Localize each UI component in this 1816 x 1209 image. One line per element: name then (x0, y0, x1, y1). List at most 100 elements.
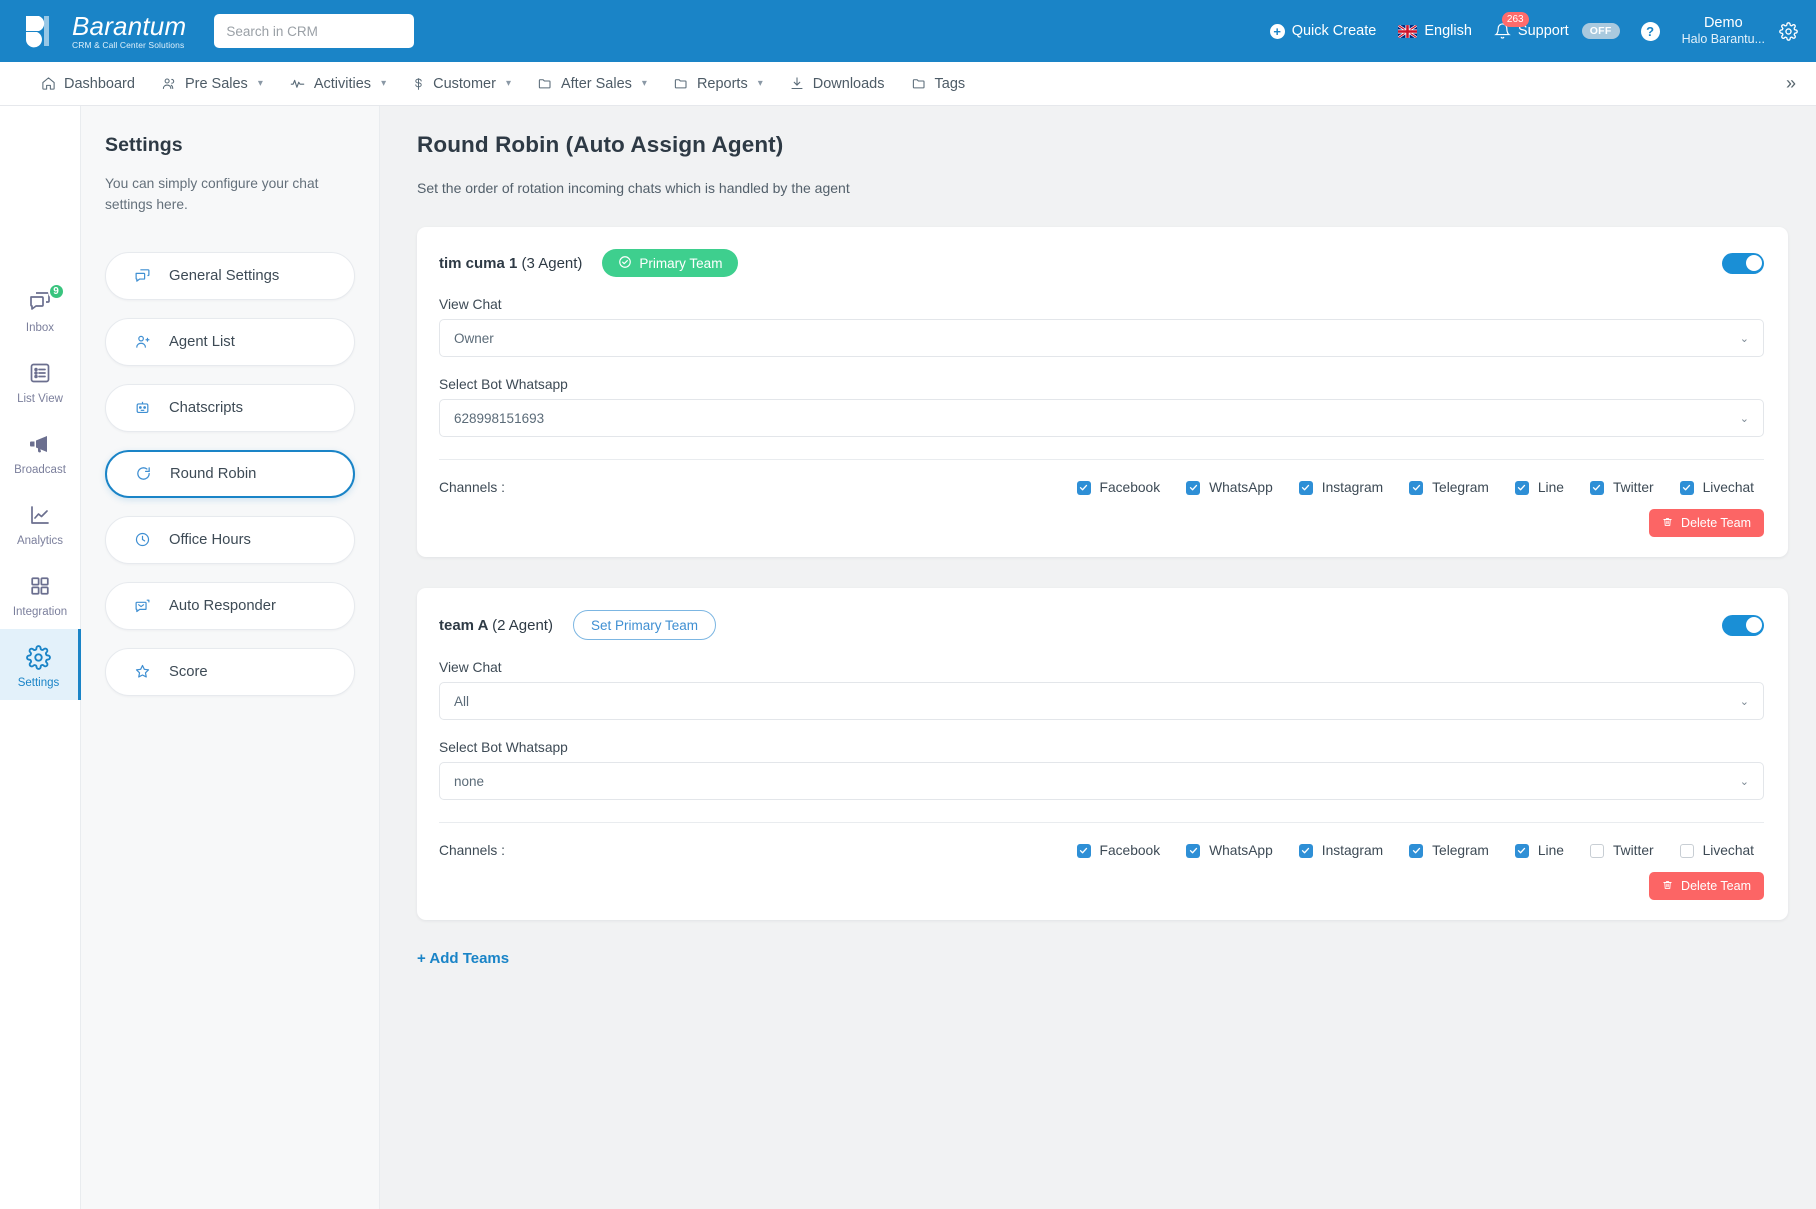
channel-twitter[interactable]: Twitter (1589, 843, 1654, 858)
sidebar-item-chatscripts[interactable]: Chatscripts (105, 383, 355, 432)
channel-line[interactable]: Line (1514, 480, 1564, 495)
channel-instagram[interactable]: Instagram (1298, 480, 1383, 495)
divider (439, 822, 1764, 823)
help-icon[interactable]: ? (1640, 21, 1660, 41)
channel-livechat[interactable]: Livechat (1679, 480, 1754, 495)
channel-twitter[interactable]: Twitter (1589, 480, 1654, 495)
team-agent-count: (2 Agent) (492, 616, 553, 634)
page-title: Round Robin (Auto Assign Agent) (417, 132, 784, 157)
sidebar-item-auto-responder[interactable]: Auto Responder (105, 581, 355, 630)
support-toggle-state[interactable]: OFF (1581, 23, 1620, 39)
checkbox-icon[interactable] (1514, 480, 1529, 495)
delete-team-button[interactable]: Delete Team (1649, 872, 1764, 900)
inbox-badge: 9 (47, 283, 65, 300)
nav-item-pre-sales[interactable]: Pre Sales ▾ (148, 62, 276, 105)
nav-item-downloads[interactable]: Downloads (776, 62, 898, 105)
channel-label: Twitter (1612, 843, 1654, 858)
notification-bell[interactable]: 263 (1494, 12, 1529, 40)
activity-icon (289, 76, 306, 91)
nav-item-dashboard[interactable]: Dashboard (28, 62, 148, 105)
app-logo[interactable]: Barantum CRM & Call Center Solutions (22, 12, 186, 50)
language-selector[interactable]: English (1387, 23, 1483, 39)
rail-label: Integration (12, 606, 68, 618)
nav-item-tags[interactable]: Tags (898, 62, 979, 105)
select-bot-whatsapp-label: Select Bot Whatsapp (439, 740, 568, 755)
add-teams-button[interactable]: + Add Teams (417, 950, 1788, 967)
grid-icon (0, 571, 81, 601)
primary-team-badge: Primary Team (602, 249, 739, 277)
checkbox-icon[interactable] (1409, 843, 1424, 858)
trash-icon (1662, 879, 1673, 894)
sidebar-item-score[interactable]: Score (105, 647, 355, 696)
rail-item-list-view[interactable]: List View (0, 345, 81, 416)
app-icon-rail: 9 Inbox List View Broadcast Analytics In… (0, 106, 81, 1209)
checkbox-icon[interactable] (1298, 843, 1313, 858)
quick-create-button[interactable]: + Quick Create (1259, 23, 1388, 39)
sidebar-item-round-robin[interactable]: Round Robin (105, 449, 355, 498)
channel-instagram[interactable]: Instagram (1298, 843, 1383, 858)
channel-facebook[interactable]: Facebook (1076, 480, 1160, 495)
checkbox-icon[interactable] (1298, 480, 1313, 495)
notification-badge: 263 (1501, 12, 1529, 27)
channel-line[interactable]: Line (1514, 843, 1564, 858)
sidebar-item-agent-list[interactable]: Agent List (105, 317, 355, 366)
nav-label: Tags (934, 75, 966, 92)
team-enable-toggle[interactable] (1722, 252, 1764, 274)
checkbox-icon[interactable] (1076, 843, 1091, 858)
channel-livechat[interactable]: Livechat (1679, 843, 1754, 858)
channel-telegram[interactable]: Telegram (1409, 843, 1489, 858)
settings-gear-icon[interactable] (1779, 21, 1798, 41)
team-enable-toggle[interactable] (1722, 614, 1764, 636)
user-menu[interactable]: Demo Halo Barantu... (1682, 14, 1765, 48)
search-box[interactable] (214, 14, 415, 48)
channel-whatsapp[interactable]: WhatsApp (1186, 480, 1273, 495)
nav-item-customer[interactable]: Customer ▾ (399, 62, 524, 105)
chevron-down-icon: ▾ (641, 78, 647, 89)
checkbox-icon[interactable] (1076, 480, 1091, 495)
channels-group: Facebook WhatsApp Instagram Telegram Lin… (1076, 843, 1764, 858)
rail-item-broadcast[interactable]: Broadcast (0, 416, 81, 487)
bot-whatsapp-select[interactable]: none ⌄ (439, 762, 1764, 800)
checkbox-icon[interactable] (1514, 843, 1529, 858)
view-chat-select[interactable]: Owner ⌄ (439, 319, 1764, 357)
rail-label: Settings (17, 677, 60, 689)
channel-telegram[interactable]: Telegram (1409, 480, 1489, 495)
nav-item-activities[interactable]: Activities ▾ (276, 62, 399, 105)
chevron-down-icon: ⌄ (1739, 412, 1749, 425)
logo-tagline: CRM & Call Center Solutions (72, 39, 185, 50)
checkbox-icon[interactable] (1589, 480, 1604, 495)
rail-item-inbox[interactable]: 9 Inbox (0, 274, 81, 345)
folder-icon (537, 76, 553, 91)
support-menu[interactable]: 263 Support OFF (1483, 12, 1631, 40)
check-circle-icon (618, 255, 632, 272)
rail-item-settings[interactable]: Settings (0, 629, 81, 700)
sidebar-item-general-settings[interactable]: General Settings (105, 251, 355, 300)
checkbox-icon[interactable] (1589, 843, 1604, 858)
channel-label: WhatsApp (1209, 480, 1273, 495)
set-primary-team-button[interactable]: Set Primary Team (572, 610, 716, 640)
nav-more-button[interactable]: » (1786, 73, 1816, 94)
view-chat-select[interactable]: All ⌄ (439, 682, 1764, 720)
select-bot-whatsapp-label: Select Bot Whatsapp (439, 377, 568, 392)
channel-whatsapp[interactable]: WhatsApp (1186, 843, 1273, 858)
checkbox-icon[interactable] (1409, 480, 1424, 495)
nav-item-reports[interactable]: Reports ▾ (660, 62, 776, 105)
channel-facebook[interactable]: Facebook (1076, 843, 1160, 858)
nav-label: Activities (313, 75, 372, 92)
delete-team-button[interactable]: Delete Team (1649, 509, 1764, 537)
sidebar-description: You can simply configure your chat setti… (105, 176, 319, 213)
rail-item-analytics[interactable]: Analytics (0, 487, 81, 558)
bot-whatsapp-select[interactable]: 628998151693 ⌄ (439, 399, 1764, 437)
checkbox-icon[interactable] (1186, 480, 1201, 495)
checkbox-icon[interactable] (1679, 843, 1694, 858)
search-input[interactable] (226, 23, 403, 39)
folder-icon (673, 76, 689, 91)
team-card: tim cuma 1 (3 Agent) Primary Team View C… (417, 227, 1788, 557)
sidebar-item-office-hours[interactable]: Office Hours (105, 515, 355, 564)
checkbox-icon[interactable] (1186, 843, 1201, 858)
rail-item-integration[interactable]: Integration (0, 558, 81, 629)
checkbox-icon[interactable] (1679, 480, 1694, 495)
nav-item-after-sales[interactable]: After Sales ▾ (524, 62, 660, 105)
chat-bubble-icon (134, 267, 151, 284)
channels-row: Channels : Facebook WhatsApp Instagram T… (439, 843, 1764, 858)
